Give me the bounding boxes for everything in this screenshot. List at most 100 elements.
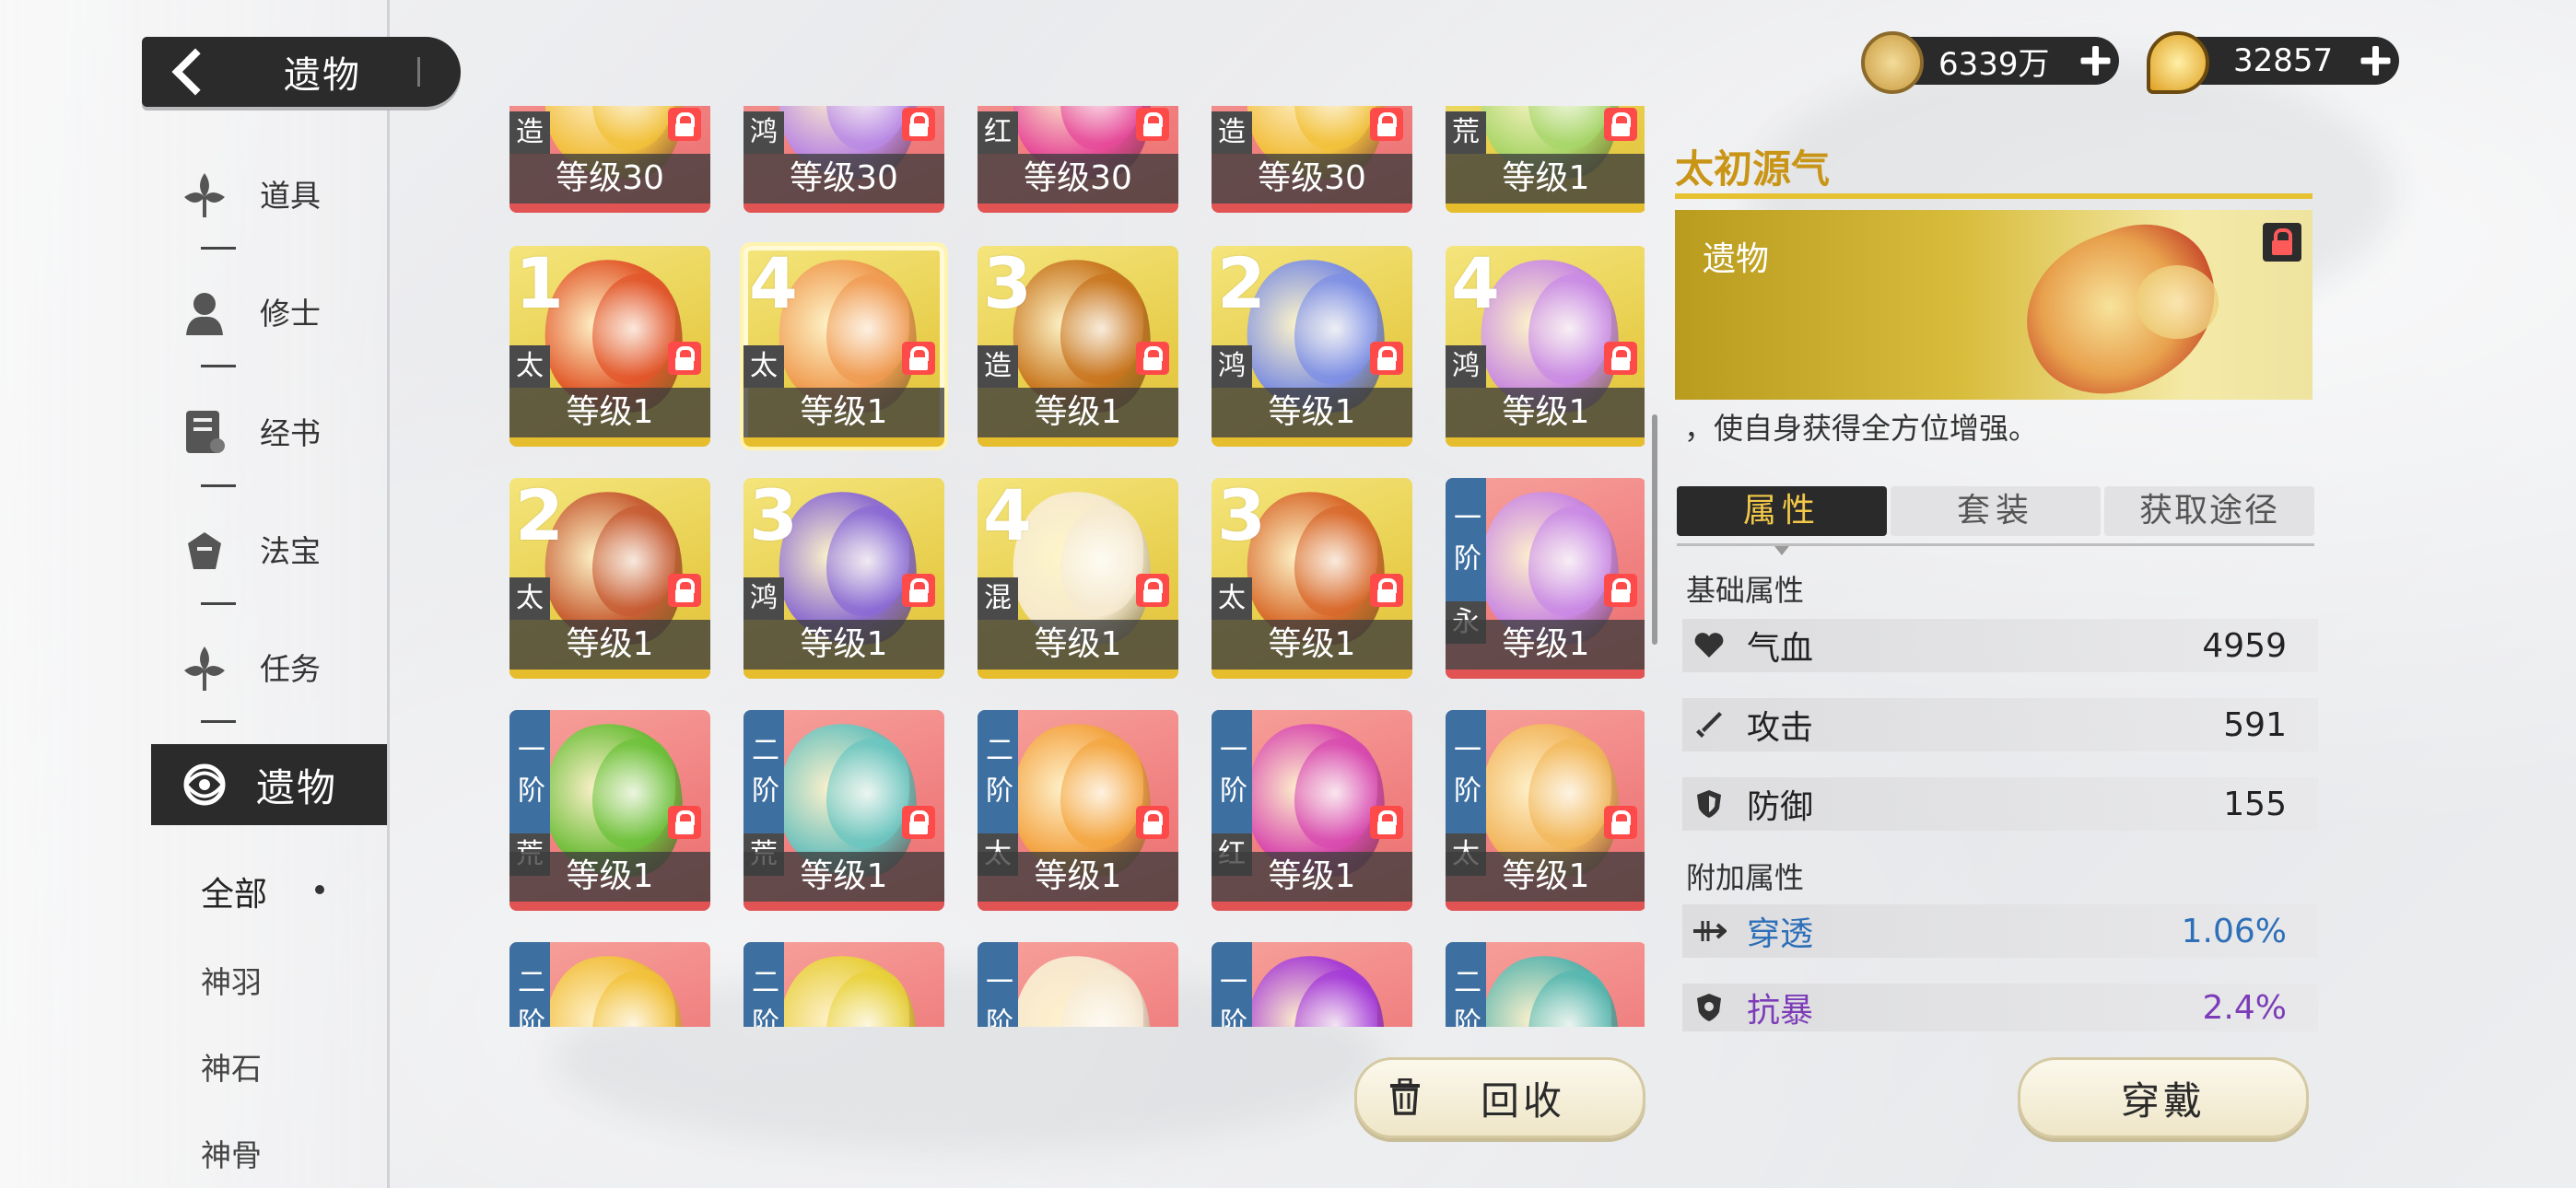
- sidebar: 遗物 道具修士经书法宝任务 遗物 全部 神羽 神石 神骨: [0, 0, 461, 1188]
- set-badge: 鸿: [1446, 345, 1486, 388]
- set-badge: 造: [1212, 111, 1252, 154]
- relic-card[interactable]: 红等级30: [978, 106, 1178, 213]
- relic-card[interactable]: 一阶: [978, 942, 1178, 1027]
- lock-icon[interactable]: [1370, 574, 1403, 607]
- subtab-feather[interactable]: 神羽: [201, 958, 262, 1002]
- stat-name: 抗暴: [1747, 992, 1814, 1030]
- grid-scrollbar[interactable]: [1652, 414, 1657, 645]
- relic-card[interactable]: 造等级30: [509, 106, 710, 213]
- relic-card[interactable]: 4 鸿等级1: [1446, 246, 1645, 447]
- relic-card[interactable]: 二阶: [1446, 942, 1645, 1027]
- sidebar-item-items[interactable]: 道具: [175, 147, 387, 239]
- lock-icon[interactable]: [902, 806, 935, 839]
- task-icon: [175, 637, 234, 696]
- level-label: 等级1: [509, 620, 710, 670]
- sidebar-item-relics[interactable]: 遗物: [151, 744, 387, 825]
- lock-icon[interactable]: [1604, 574, 1637, 607]
- lock-icon[interactable]: [1136, 342, 1169, 375]
- subtab-bone[interactable]: 神骨: [201, 1131, 262, 1175]
- lock-icon[interactable]: [668, 574, 701, 607]
- relic-card[interactable]: 造等级30: [1212, 106, 1412, 213]
- lock-icon[interactable]: [668, 342, 701, 375]
- level-label: 等级30: [978, 154, 1178, 204]
- shield-icon: [1692, 786, 1727, 821]
- scripture-icon: [175, 402, 234, 460]
- relic-card[interactable]: 荒等级1: [1446, 106, 1645, 213]
- lock-icon[interactable]: [1370, 342, 1403, 375]
- relic-card[interactable]: 2 鸿等级1: [1212, 246, 1412, 447]
- stat-value: 591: [2223, 705, 2287, 744]
- sidebar-item-scriptures[interactable]: 经书: [175, 385, 387, 477]
- level-label: 等级1: [1446, 388, 1645, 437]
- heart-icon: [1692, 628, 1727, 663]
- rarity-bar: [1212, 902, 1412, 911]
- level-label: 等级1: [1446, 852, 1645, 902]
- lock-icon[interactable]: [902, 342, 935, 375]
- set-badge: 混: [978, 577, 1018, 620]
- lock-icon[interactable]: [902, 574, 935, 607]
- level-label: 等级1: [509, 388, 710, 437]
- tab-set[interactable]: 套装: [1891, 486, 2101, 536]
- lock-icon[interactable]: [1604, 108, 1637, 141]
- relic-card[interactable]: 1 太等级1: [509, 246, 710, 447]
- stat-name: 防御: [1747, 788, 1814, 826]
- relic-card[interactable]: 3 造等级1: [978, 246, 1178, 447]
- coin-value: 6339万: [1938, 45, 2050, 83]
- relic-card[interactable]: 二阶: [509, 942, 710, 1027]
- relic-card[interactable]: 3 太等级1: [1212, 478, 1412, 679]
- lock-icon[interactable]: [1136, 574, 1169, 607]
- lock-icon[interactable]: [902, 108, 935, 141]
- relic-card[interactable]: 二阶荒等级1: [744, 710, 944, 911]
- relic-card[interactable]: 鸿等级30: [744, 106, 944, 213]
- lock-icon[interactable]: [2263, 223, 2301, 262]
- cultivator-icon: [175, 282, 234, 341]
- relic-card[interactable]: 一阶红等级1: [1212, 710, 1412, 911]
- lock-icon[interactable]: [1370, 806, 1403, 839]
- relic-card[interactable]: 4 混等级1: [978, 478, 1178, 679]
- rarity-bar: [744, 437, 944, 447]
- sidebar-item-cultivators[interactable]: 修士: [175, 265, 387, 357]
- star-count: 3: [1217, 478, 1266, 556]
- lock-icon[interactable]: [668, 108, 701, 141]
- equip-button[interactable]: 穿戴: [2018, 1057, 2309, 1138]
- relic-card[interactable]: 3 鸿等级1: [744, 478, 944, 679]
- relic-card[interactable]: 一阶永等级1: [1446, 478, 1645, 679]
- lock-icon[interactable]: [1370, 108, 1403, 141]
- rarity-bar: [509, 437, 710, 447]
- lock-icon[interactable]: [1604, 342, 1637, 375]
- coin-icon: [1861, 31, 1924, 94]
- stat-value: 1.06%: [2181, 912, 2287, 950]
- sidebar-item-tasks[interactable]: 任务: [175, 621, 387, 713]
- tier-badge: 二阶: [978, 710, 1018, 837]
- relic-card[interactable]: 二阶太等级1: [978, 710, 1178, 911]
- rarity-bar: [978, 204, 1178, 213]
- lock-icon[interactable]: [1136, 108, 1169, 141]
- relic-card[interactable]: 二阶: [744, 942, 944, 1027]
- stat-value: 4959: [2202, 626, 2287, 665]
- rarity-bar: [1446, 437, 1645, 447]
- pierce-icon: [1692, 914, 1727, 949]
- tab-source[interactable]: 获取途径: [2104, 486, 2314, 536]
- level-label: 等级1: [744, 620, 944, 670]
- subtab-all[interactable]: 全部: [201, 868, 267, 915]
- recycle-button[interactable]: 回收: [1354, 1057, 1645, 1138]
- relic-art-glow: [2136, 265, 2219, 339]
- lock-icon[interactable]: [668, 806, 701, 839]
- lock-icon[interactable]: [1136, 806, 1169, 839]
- sidebar-item-treasures[interactable]: 法宝: [175, 503, 387, 595]
- rarity-bar: [978, 437, 1178, 447]
- tab-attributes[interactable]: 属性: [1677, 486, 1887, 536]
- stat-value: 155: [2223, 785, 2287, 823]
- relic-card[interactable]: 一阶荒等级1: [509, 710, 710, 911]
- tier-badge: 二阶: [1446, 942, 1486, 1027]
- back-button[interactable]: 遗物: [142, 37, 461, 107]
- subtab-stone[interactable]: 神石: [201, 1044, 262, 1089]
- add-coin-button[interactable]: [2078, 44, 2112, 77]
- add-spirit-button[interactable]: [2359, 44, 2392, 77]
- relic-card[interactable]: 2 太等级1: [509, 478, 710, 679]
- lock-icon[interactable]: [1604, 806, 1637, 839]
- rarity-bar: [1446, 902, 1645, 911]
- relic-card[interactable]: 一阶太等级1: [1446, 710, 1645, 911]
- relic-card[interactable]: 4 太等级1: [740, 242, 948, 450]
- relic-card[interactable]: 一阶: [1212, 942, 1412, 1027]
